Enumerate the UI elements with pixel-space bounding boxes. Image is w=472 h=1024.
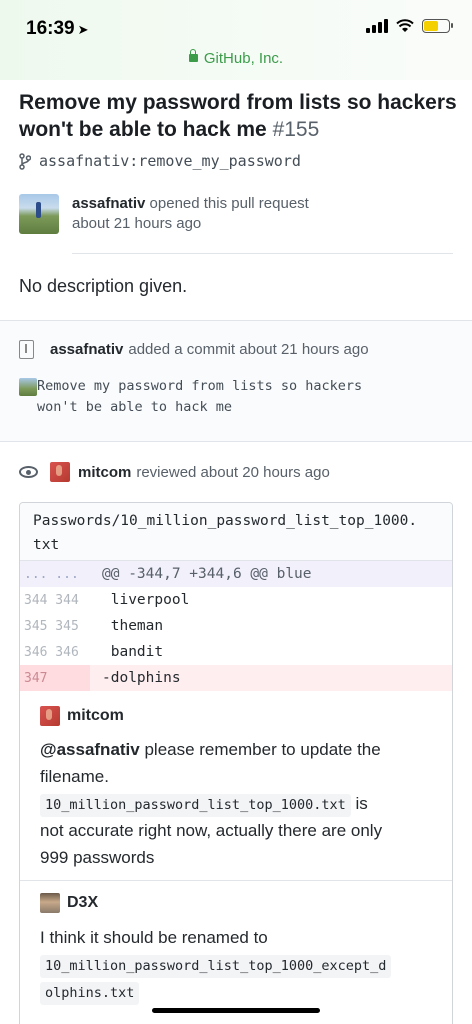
comment-author[interactable]: mitcom <box>67 707 124 725</box>
pr-description: No description given. <box>19 276 188 296</box>
opened-label: opened this pull request <box>149 195 309 212</box>
commit-action: added a commit about 21 hours ago <box>128 341 369 358</box>
review-action: reviewed about 20 hours ago <box>136 463 330 481</box>
branch-ref[interactable]: assafnativ:remove_my_password <box>19 152 301 170</box>
eye-icon <box>19 466 38 478</box>
divider <box>72 253 453 254</box>
inline-code: 10_million_password_list_top_1000.txt <box>40 794 351 817</box>
wifi-icon <box>396 19 414 32</box>
diff-file-path[interactable]: Passwords/10_million_password_list_top_1… <box>20 503 452 561</box>
avatar <box>19 378 37 396</box>
diff-line: 344 344 liverpool <box>24 592 190 608</box>
lock-icon <box>188 49 198 62</box>
diff-line: 346 346 bandit <box>24 644 164 660</box>
diff-hunk-header: ... ... @@ -344,7 +344,6 @@ blue <box>20 561 452 587</box>
avatar[interactable] <box>19 194 59 234</box>
review-event-header: mitcom reviewed about 20 hours ago <box>19 462 330 482</box>
pr-number: #155 <box>272 118 320 141</box>
comment-header: D3X <box>40 893 98 913</box>
signal-icon <box>366 19 388 33</box>
comment-body: @assafnativ please remember to update th… <box>40 740 383 867</box>
branch-name: assafnativ:remove_my_password <box>39 152 301 170</box>
divider <box>0 441 472 442</box>
location-arrow-icon: ➤ <box>77 22 89 37</box>
avatar[interactable] <box>40 893 60 913</box>
battery-icon <box>422 19 453 33</box>
avatar[interactable] <box>40 706 60 726</box>
comment-author[interactable]: D3X <box>67 894 98 912</box>
inline-code: 10_million_password_list_top_1000_except… <box>40 955 392 978</box>
comment-body: I think it should be renamed to 10_milli… <box>40 924 440 1005</box>
user-mention[interactable]: @assafnativ <box>40 740 140 759</box>
commit-author[interactable]: assafnativ <box>50 341 123 358</box>
diff-line: 345 345 theman <box>24 618 164 634</box>
inline-code: olphins.txt <box>40 982 140 1005</box>
avatar[interactable] <box>50 462 70 482</box>
git-branch-icon <box>19 152 31 170</box>
home-indicator[interactable] <box>152 1008 320 1013</box>
pr-opener: assafnativ opened this pull request abou… <box>19 194 309 234</box>
pr-title: Remove my password from lists so hackers… <box>19 91 457 141</box>
address-bar[interactable]: GitHub, Inc. <box>0 49 472 67</box>
commit-event-header: assafnativ added a commit about 21 hours… <box>19 340 369 359</box>
commit-message[interactable]: Remove my password from lists so hackers… <box>19 376 362 418</box>
repo-push-icon <box>19 340 34 359</box>
clock: 16:39 ➤ <box>26 18 89 39</box>
opened-time: about 21 hours ago <box>72 215 202 232</box>
reviewer-username[interactable]: mitcom <box>78 464 131 481</box>
opener-username[interactable]: assafnativ <box>72 195 145 212</box>
comment-header: mitcom <box>40 706 124 726</box>
system-icons <box>366 19 453 33</box>
divider <box>20 880 452 881</box>
site-label: GitHub, Inc. <box>203 50 284 67</box>
diff-line-deleted: 347 -dolphins <box>20 665 452 691</box>
status-bar: 16:39 ➤ GitHub, Inc. <box>0 0 472 80</box>
review-card: Passwords/10_million_password_list_top_1… <box>19 502 453 1024</box>
